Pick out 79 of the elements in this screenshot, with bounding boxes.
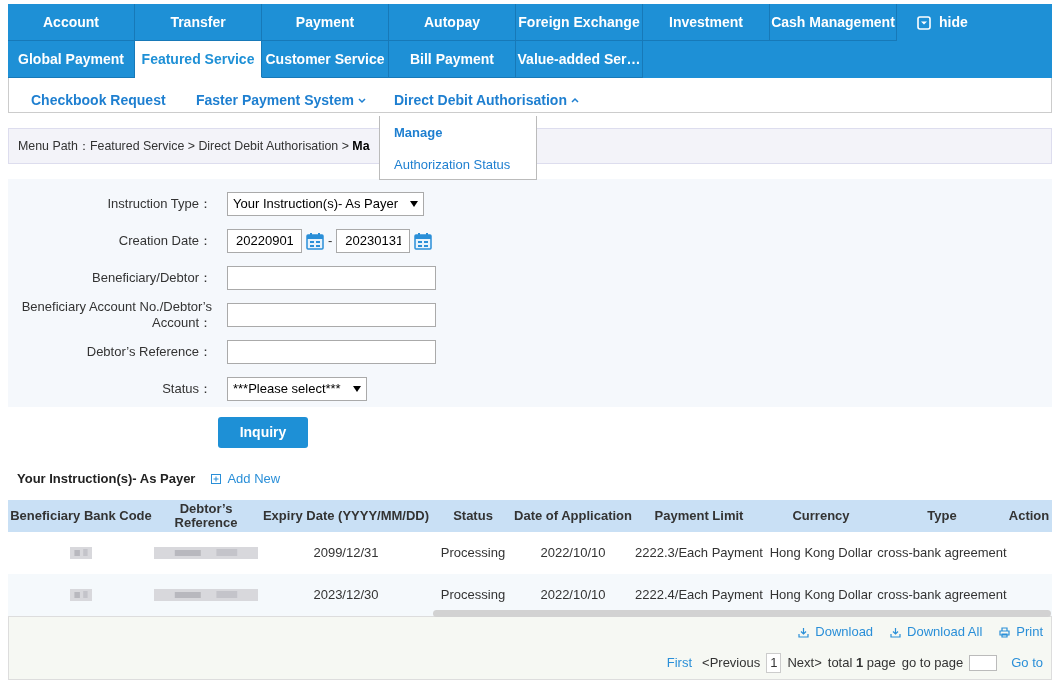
scrollbar[interactable]	[433, 610, 1051, 617]
table-cell-text: Hong Kong Dollar	[768, 544, 874, 563]
nav-tab[interactable]: Value-added Ser…	[516, 41, 643, 78]
field-label: Instruction Type：	[106, 195, 213, 212]
nav-tab[interactable]: Investment	[643, 4, 770, 41]
text-field[interactable]	[227, 339, 436, 364]
menu-item[interactable]: Manage	[394, 123, 536, 143]
redacted-mark	[70, 547, 92, 559]
column-header: Payment Limit	[653, 507, 745, 525]
download-icon	[798, 626, 810, 638]
inquiry-button[interactable]: Inquiry	[218, 417, 308, 448]
nav-tab[interactable]: Foreign Exchange	[516, 4, 643, 41]
text-field[interactable]	[227, 265, 436, 290]
calendar-icon[interactable]	[306, 231, 324, 250]
table-cell-text: Processing	[439, 586, 507, 605]
select-field[interactable]: ***Please select***	[227, 376, 367, 401]
download-icon	[890, 626, 902, 638]
sub-nav-link[interactable]: Faster Payment System	[196, 90, 366, 111]
dropdown-arrow-icon	[410, 200, 418, 207]
table-cell-text: 2222.3/Each Payment	[634, 544, 764, 563]
table-cell-text: 2099/12/31	[312, 544, 380, 563]
table-cell-text: cross-bank agreement	[878, 544, 1006, 563]
nav-tab[interactable]: Cash Management	[770, 4, 897, 41]
footer-link[interactable]: Download All	[890, 622, 983, 642]
sub-nav-link[interactable]: Direct Debit Authorisation	[394, 90, 579, 111]
section-title: Your Instruction(s)- As Payer	[17, 470, 196, 489]
nav-tab[interactable]: Bill Payment	[389, 41, 516, 78]
calendar-icon[interactable]	[414, 231, 433, 250]
first-link[interactable]: First	[666, 653, 693, 673]
breadcrumb: Menu Path：Featured Service > Direct Debit Authorisation > Ma	[18, 137, 370, 155]
field-label: Creation Date：	[117, 232, 213, 249]
select-field[interactable]: Your Instruction(s)- As Payer	[227, 191, 424, 216]
column-header: Currency	[791, 507, 851, 525]
nav-tab[interactable]: Autopay	[389, 4, 516, 41]
field-label: Status：	[161, 380, 213, 397]
field-label: Debtor’s Reference：	[85, 343, 213, 360]
table-cell-text: cross-bank agreement	[878, 586, 1006, 605]
redacted-mark	[70, 589, 92, 601]
column-header: Beneficiary Bank Code	[9, 507, 153, 525]
chevron-icon	[570, 97, 579, 104]
footer-link[interactable]: Print	[999, 622, 1043, 642]
column-header: Type	[926, 507, 958, 525]
collapse-icon	[917, 15, 931, 30]
column-header: Date of Application	[513, 507, 633, 525]
next-link[interactable]: Next>	[787, 653, 822, 673]
nav-tab[interactable]: Featured Service	[135, 41, 262, 78]
goto-button[interactable]: Go to	[1011, 653, 1043, 673]
table-cell-text: Processing	[439, 544, 507, 563]
date-separator: -	[328, 231, 333, 250]
previous-link[interactable]: <Previous	[702, 653, 761, 673]
table-cell-text: 2022/10/10	[539, 586, 607, 605]
goto-label: go to page	[901, 654, 964, 673]
table-cell-text: 2022/10/10	[539, 544, 607, 563]
field-label: Beneficiary Account No./Debtor’s Account：	[20, 298, 213, 331]
column-header: Debtor’s Reference	[173, 500, 239, 532]
menu-item[interactable]: Authorization Status	[394, 154, 536, 174]
add-new-link[interactable]: Add New	[211, 469, 281, 489]
hide-button[interactable]: hide	[897, 4, 968, 41]
dropdown-arrow-icon	[352, 385, 361, 392]
nav-tab[interactable]: Account	[8, 4, 135, 41]
page-input[interactable]	[969, 655, 998, 671]
page-total: total 1 page	[827, 654, 896, 673]
nav-tab[interactable]: Payment	[262, 4, 389, 41]
table-cell-text: 2023/12/30	[312, 586, 380, 605]
column-header: Status	[452, 507, 494, 525]
nav-tab[interactable]: Customer Service	[262, 41, 389, 78]
date-field[interactable]: 20220901	[227, 228, 302, 253]
column-header: Expiry Date (YYYY/MM/DD)	[261, 507, 431, 525]
print-icon	[999, 626, 1011, 638]
table-cell-text: 2222.4/Each Payment	[634, 586, 764, 605]
sub-nav-link[interactable]: Checkbook Request	[31, 90, 166, 111]
column-header: Action	[1007, 507, 1051, 525]
table-cell-text: Hong Kong Dollar	[768, 586, 874, 605]
footer-link[interactable]: Download	[798, 622, 874, 642]
chevron-icon	[357, 97, 366, 104]
plus-icon	[211, 474, 222, 484]
page-number[interactable]: 1	[766, 653, 782, 673]
field-label: Beneficiary/Debtor：	[91, 269, 213, 286]
text-field[interactable]	[227, 302, 436, 327]
